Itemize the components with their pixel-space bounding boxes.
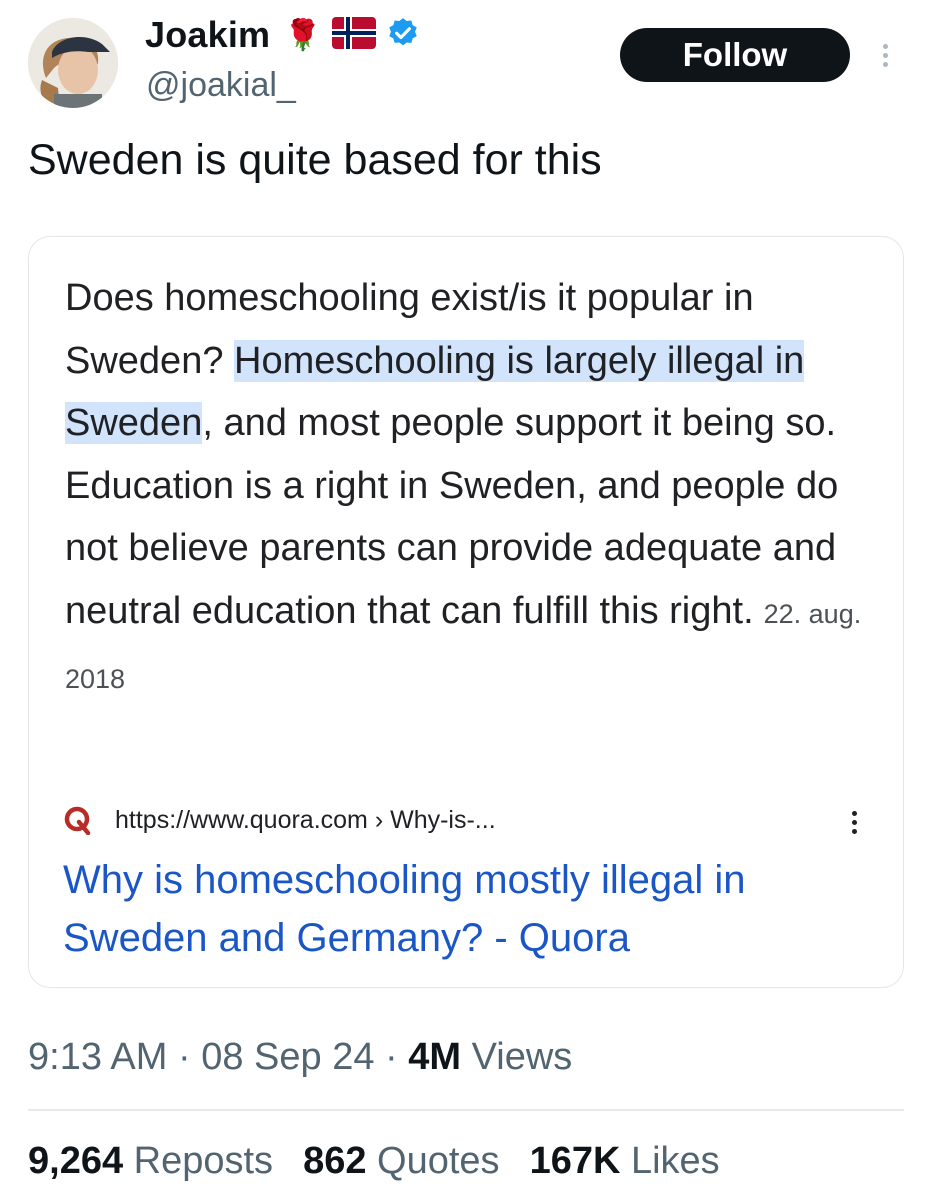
likes-stat[interactable]: 167K Likes [530, 1140, 720, 1183]
norway-flag-icon [331, 16, 376, 54]
meta-separator: · [385, 1036, 398, 1078]
tweet-text: Sweden is quite based for this [28, 136, 602, 184]
follow-button[interactable]: Follow [620, 28, 850, 82]
tweet-time[interactable]: 9:13 AM [28, 1036, 167, 1078]
quotes-count: 862 [303, 1140, 367, 1182]
result-title-link[interactable]: Why is homeschooling mostly illegal in S… [63, 851, 863, 967]
author-handle[interactable]: @joakial_ [146, 66, 296, 105]
likes-count: 167K [529, 1140, 621, 1182]
verified-badge-icon [386, 16, 420, 55]
avatar[interactable] [28, 18, 118, 108]
views-label: Views [471, 1036, 573, 1078]
likes-label: Likes [630, 1140, 720, 1182]
search-result-card[interactable]: Does homeschooling exist/is it popular i… [28, 236, 904, 988]
result-more-icon[interactable] [847, 807, 861, 841]
source-row[interactable]: https://www.quora.com › Why-is-... [63, 805, 496, 835]
divider [28, 1109, 904, 1111]
reposts-label: Reposts [133, 1140, 274, 1182]
rose-emoji: 🌹 [284, 18, 322, 52]
meta-separator: · [177, 1036, 191, 1078]
engagement-stats: 9,264 Reposts 862 Quotes 167K Likes [28, 1140, 750, 1183]
views-count: 4M [408, 1036, 462, 1078]
author-name-row[interactable]: Joakim 🌹 [145, 14, 420, 56]
quora-logo-icon [64, 806, 91, 835]
tweet-meta: 9:13 AM · 08 Sep 24 · 4M Views [28, 1036, 572, 1079]
author-name[interactable]: Joakim [145, 14, 270, 56]
reposts-stat[interactable]: 9,264 Reposts [28, 1140, 273, 1183]
source-url[interactable]: https://www.quora.com › Why-is-... [115, 806, 496, 835]
tweet-date[interactable]: 08 Sep 24 [201, 1036, 374, 1078]
snippet-text: Does homeschooling exist/is it popular i… [65, 267, 865, 711]
more-options-icon[interactable] [875, 40, 895, 74]
quotes-stat[interactable]: 862 Quotes [303, 1140, 500, 1183]
reposts-count: 9,264 [28, 1140, 124, 1182]
quotes-label: Quotes [377, 1140, 500, 1182]
